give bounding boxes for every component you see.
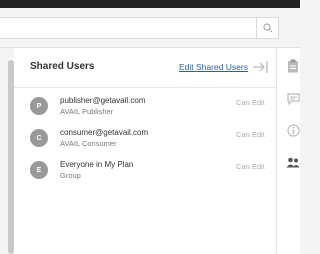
right-sidebar [276,48,300,254]
user-role: Group [60,171,81,180]
search-input[interactable] [0,17,279,39]
collapse-panel-button[interactable] [252,59,268,75]
panel-header: Shared Users Edit Shared Users [14,48,276,88]
top-bar [0,0,300,8]
shared-users-panel: Shared Users Edit Shared Users P publish… [14,48,276,254]
info-icon [286,123,300,137]
user-list: P publisher@getavail.com AVAIL Publisher… [14,94,276,190]
user-permission[interactable]: Can Edit [236,162,265,171]
sidebar-info-button[interactable] [286,123,300,137]
sidebar-clipboard-button[interactable] [286,59,300,73]
avatar: E [30,161,48,179]
collapse-panel-icon [253,61,268,73]
search-icon [263,23,273,33]
user-permission[interactable]: Can Edit [236,130,265,139]
sidebar-comments-button[interactable] [286,92,300,106]
user-row[interactable]: C consumer@getavail.com AVAIL Consumer C… [14,126,276,158]
user-name: Everyone in My Plan [60,160,134,169]
users-icon [286,157,300,167]
edit-shared-users-link[interactable]: Edit Shared Users [179,62,248,72]
user-permission[interactable]: Can Edit [236,98,265,107]
panel-title: Shared Users [30,61,95,72]
avatar: P [30,97,48,115]
user-name: consumer@getavail.com [60,128,149,137]
user-row[interactable]: E Everyone in My Plan Group Can Edit [14,158,276,190]
avatar: C [30,129,48,147]
left-gutter [0,48,8,254]
search-button[interactable] [256,17,279,39]
comment-icon [286,93,300,105]
user-name: publisher@getavail.com [60,96,146,105]
sidebar-users-button[interactable] [286,155,300,169]
clipboard-icon [288,59,298,73]
user-role: AVAIL Consumer [60,139,117,148]
user-role: AVAIL Publisher [60,107,114,116]
user-row[interactable]: P publisher@getavail.com AVAIL Publisher… [14,94,276,126]
